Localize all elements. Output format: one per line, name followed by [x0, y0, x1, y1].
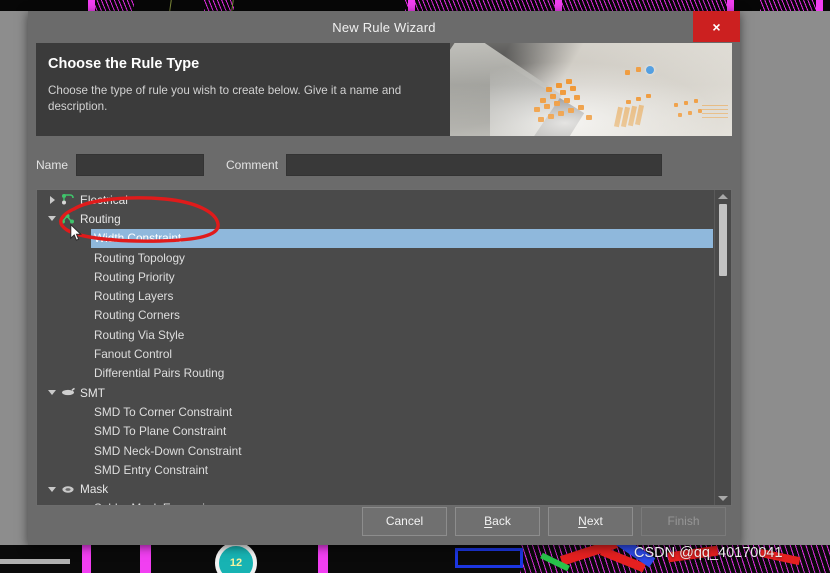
name-input[interactable]: [76, 154, 205, 176]
name-comment-row: Name Comment: [36, 153, 732, 177]
next-button-mnemonic: N: [578, 514, 587, 528]
tree-item-label: Routing Priority: [94, 269, 175, 284]
chevron-down-icon[interactable]: [47, 213, 58, 224]
page-subtitle: Choose the type of rule you wish to crea…: [48, 84, 402, 113]
next-button-label: ext: [586, 514, 603, 528]
smt-icon: [61, 386, 76, 399]
tree-item-label: SMD Entry Constraint: [94, 462, 209, 477]
rule-type-tree[interactable]: Electrical Routing Width Constraint Routing…: [36, 189, 732, 506]
page-title: Choose the Rule Type: [48, 56, 200, 72]
tree-item-label: Routing Via Style: [94, 327, 185, 342]
routing-icon: [61, 212, 76, 225]
tree-item-label: SMD To Corner Constraint: [94, 404, 233, 419]
tree-item[interactable]: Routing Corners: [37, 306, 715, 325]
cancel-button[interactable]: Cancel: [362, 506, 447, 536]
tree-item-label: Routing Layers: [94, 289, 174, 304]
desktop-pcb-top-strip: [0, 0, 830, 11]
dialog-titlebar[interactable]: New Rule Wizard ×: [28, 11, 740, 43]
back-button-mnemonic: B: [484, 514, 493, 528]
tree-item-label: SMD To Plane Constraint: [94, 424, 227, 439]
chevron-down-icon[interactable]: [47, 484, 58, 495]
tree-item[interactable]: SMD Neck-Down Constraint: [37, 441, 715, 460]
tree-item[interactable]: Routing Priority: [37, 267, 715, 286]
back-button-label: ack: [492, 514, 511, 528]
tree-item-label: Fanout Control: [94, 347, 173, 362]
tree-item[interactable]: SMD To Plane Constraint: [37, 422, 715, 441]
comment-label: Comment: [226, 158, 279, 172]
tree-item-label: SMD Neck-Down Constraint: [94, 443, 242, 458]
close-icon[interactable]: ×: [693, 11, 740, 42]
tree-item[interactable]: Electrical: [37, 190, 715, 209]
scrollbar-thumb[interactable]: [719, 204, 727, 276]
tree-item[interactable]: Mask: [37, 479, 715, 498]
tree-item-label: Mask: [80, 482, 109, 497]
tree-item[interactable]: Routing Via Style: [37, 325, 715, 344]
dialog-header-band: Choose the Rule Type Choose the type of …: [36, 43, 732, 136]
dialog-footer: Cancel Back Next Finish: [28, 497, 740, 545]
tree-item-selected[interactable]: Width Constraint: [91, 228, 713, 248]
name-label: Name: [36, 158, 69, 172]
tree-item-label: Electrical: [80, 192, 128, 207]
tree-item-label: SMT: [80, 385, 105, 400]
tree-item[interactable]: Routing: [37, 209, 715, 228]
dialog-title: New Rule Wizard: [332, 19, 436, 35]
rule-type-tree-list[interactable]: Electrical Routing Width Constraint Routing…: [37, 190, 715, 505]
tree-item-label: Differential Pairs Routing: [94, 366, 225, 381]
tree-item[interactable]: Routing Layers: [37, 286, 715, 305]
tree-item[interactable]: SMT: [37, 383, 715, 402]
back-button[interactable]: Back: [455, 506, 540, 536]
comment-input[interactable]: [286, 154, 663, 176]
chevron-right-icon[interactable]: [47, 194, 58, 205]
chevron-down-icon[interactable]: [47, 387, 58, 398]
tree-item[interactable]: SMD Entry Constraint: [37, 460, 715, 479]
header-text-group: Choose the Rule Type Choose the type of …: [48, 56, 442, 115]
screen-root: 12 New Rule Wizard × Choose the Rule Typ…: [0, 0, 830, 573]
electrical-icon: [61, 193, 76, 206]
tree-item[interactable]: SMD To Corner Constraint: [37, 402, 715, 421]
finish-button: Finish: [641, 506, 726, 536]
scroll-up-arrow-icon[interactable]: [718, 194, 728, 199]
tree-item[interactable]: Fanout Control: [37, 344, 715, 363]
tree-item-label: Routing Corners: [94, 308, 180, 323]
watermark-text: CSDN @qq_40170041: [634, 545, 783, 561]
tree-item[interactable]: Differential Pairs Routing: [37, 364, 715, 383]
tree-vertical-scrollbar[interactable]: [714, 190, 731, 505]
mask-icon: [61, 483, 76, 496]
tree-item[interactable]: Routing Topology: [37, 248, 715, 267]
tree-item-label: Width Constraint: [94, 231, 182, 246]
pcb-banner-image: [450, 43, 732, 136]
tree-item-label: Routing: [80, 211, 121, 226]
new-rule-wizard-dialog: New Rule Wizard × Choose the Rule Type C…: [28, 11, 740, 545]
tree-item-label: Routing Topology: [94, 250, 185, 265]
next-button[interactable]: Next: [548, 506, 633, 536]
